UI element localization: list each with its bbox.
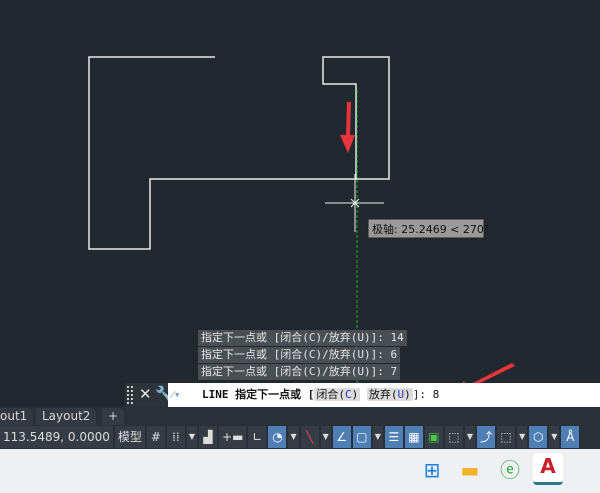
polar-tracking-icon[interactable]: ◔ xyxy=(268,426,287,448)
tab-layout2[interactable]: Layout2 xyxy=(36,408,97,425)
dynamic-input-icon[interactable]: +▬ xyxy=(219,426,247,448)
close-icon[interactable]: ✕ xyxy=(139,385,152,403)
history-line: 指定下一点或 [闭合(C)/放弃(U)]: 6 xyxy=(198,347,401,363)
file-explorer-icon[interactable]: ▬ xyxy=(457,457,483,483)
command-value: 8 xyxy=(432,388,440,401)
taskbar: ⊞ ▬ ⓔ A xyxy=(0,449,600,493)
chevron-down-icon[interactable]: ▼ xyxy=(549,426,560,448)
command-prompt: LINE 指定下一点或 [ xyxy=(202,388,315,401)
command-line: ✕ 🔧 ⁄▾ LINE 指定下一点或 [闭合(C) 放弃(U)]: 8 xyxy=(125,383,600,407)
chevron-down-icon[interactable]: ▼ xyxy=(517,426,528,448)
autocad-icon[interactable]: A xyxy=(533,453,563,485)
grid-icon[interactable]: # xyxy=(146,426,165,448)
chevron-down-icon[interactable]: ▼ xyxy=(186,426,198,448)
drag-handle[interactable] xyxy=(127,386,133,404)
isodraft-icon[interactable]: ╲ xyxy=(300,426,319,448)
lineweight-icon[interactable]: ☰ xyxy=(384,426,403,448)
3d-osnap-icon[interactable]: ⬚ xyxy=(444,426,463,448)
object-snap-tracking-icon[interactable]: ∠ xyxy=(332,426,351,448)
browser-icon[interactable]: ⓔ xyxy=(497,457,523,483)
command-input[interactable]: ⁄▾ LINE 指定下一点或 [闭合(C) 放弃(U)]: 8 xyxy=(168,383,600,407)
3d-navigation-icon[interactable]: ⬡ xyxy=(529,426,548,448)
layout-tabs: out1 Layout2 + xyxy=(0,407,600,425)
infer-constraints-icon[interactable]: ▟ xyxy=(199,426,218,448)
annotation-scale-icon[interactable]: Å xyxy=(561,426,580,448)
annotation-monitor-icon[interactable]: ⤴ xyxy=(477,426,496,448)
status-bar: 113.5489, 0.0000 模型 # ⁞⁞ ▼ ▟ +▬ ∟ ◔ ▼ ╲ … xyxy=(0,425,600,449)
line-command-icon: ⁄▾ xyxy=(172,388,181,401)
option-undo[interactable]: 放弃(U) xyxy=(366,388,413,401)
coordinates[interactable]: 113.5489, 0.0000 xyxy=(0,426,113,448)
option-close[interactable]: 闭合(C) xyxy=(314,388,361,401)
transparency-icon[interactable]: ▦ xyxy=(404,426,423,448)
windows-start-icon[interactable]: ⊞ xyxy=(419,457,445,483)
history-line: 指定下一点或 [闭合(C)/放弃(U)]: 14 xyxy=(198,330,407,346)
chevron-down-icon[interactable]: ▼ xyxy=(320,426,331,448)
selection-cycling-icon[interactable]: ▣ xyxy=(424,426,443,448)
chevron-down-icon[interactable]: ▼ xyxy=(464,426,476,448)
history-line: 指定下一点或 [闭合(C)/放弃(U)]: 7 xyxy=(198,364,401,380)
tab-layout1[interactable]: out1 xyxy=(0,408,34,425)
model-button[interactable]: 模型 xyxy=(114,426,145,448)
add-layout-button[interactable]: + xyxy=(102,408,125,425)
polar-tooltip: 极轴: 25.2469 < 270° xyxy=(372,222,489,236)
gizmo-icon[interactable]: ⬚ xyxy=(497,426,516,448)
chevron-down-icon[interactable]: ▼ xyxy=(372,426,383,448)
ortho-icon[interactable]: ∟ xyxy=(248,426,267,448)
object-snap-icon[interactable]: ▢ xyxy=(352,426,371,448)
red-arrow-icon xyxy=(340,102,355,153)
drawn-lines xyxy=(88,56,390,250)
chevron-down-icon[interactable]: ▼ xyxy=(288,426,299,448)
snap-icon[interactable]: ⁞⁞ xyxy=(166,426,185,448)
